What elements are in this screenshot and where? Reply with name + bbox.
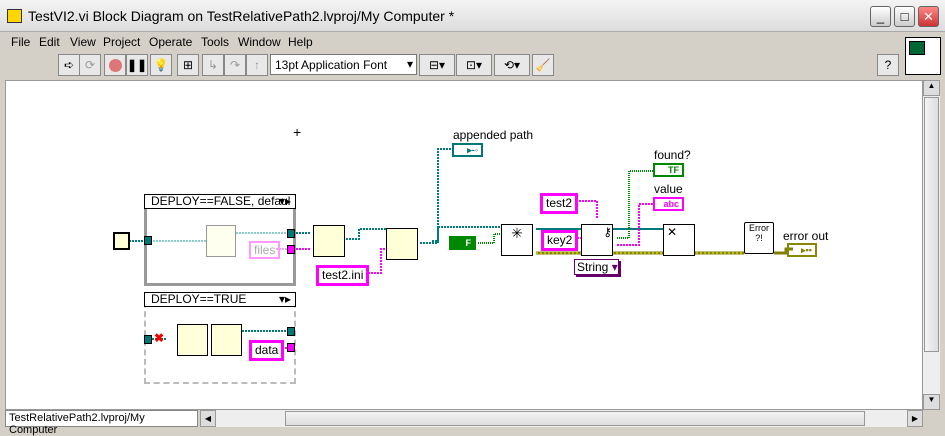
menu-tools[interactable]: Tools xyxy=(201,35,229,49)
menu-bar: File Edit View Project Operate Tools Win… xyxy=(0,32,905,52)
menu-operate[interactable]: Operate xyxy=(149,35,192,49)
test2-section-constant[interactable]: test2 xyxy=(540,193,579,214)
pause-icon[interactable]: ❚❚ xyxy=(126,54,148,76)
help-icon[interactable]: ? xyxy=(877,54,899,76)
value-label: value xyxy=(654,182,683,196)
data-constant[interactable]: data xyxy=(249,340,285,361)
case-selector-label: DEPLOY==TRUE xyxy=(151,292,247,306)
tunnel xyxy=(287,327,295,336)
cleanup-diagram-icon[interactable]: 🧹 xyxy=(532,54,554,76)
files-constant[interactable]: files xyxy=(249,241,281,259)
scroll-right-button[interactable]: ▶ xyxy=(907,410,923,427)
close-button[interactable]: ✕ xyxy=(918,6,939,27)
tunnel xyxy=(144,236,152,245)
simple-error-handler-node[interactable]: Error ?! xyxy=(744,222,774,254)
context-status: TestRelativePath2.lvproj/My Computer xyxy=(5,410,198,436)
case-selector[interactable]: DEPLOY==TRUE ▾▸ xyxy=(144,292,296,307)
title-bar: TestVI2.vi Block Diagram on TestRelative… xyxy=(0,0,945,32)
menu-help[interactable]: Help xyxy=(288,35,313,49)
strip-path-node[interactable] xyxy=(211,324,242,356)
font-select-value: 13pt Application Font xyxy=(275,58,388,72)
step-into-icon[interactable]: ↳ xyxy=(202,54,224,76)
path-constant-node[interactable] xyxy=(113,232,130,250)
menu-edit[interactable]: Edit xyxy=(39,35,60,49)
case-selector[interactable]: DEPLOY==FALSE, defaul ▾▸ xyxy=(144,194,296,209)
path-wire xyxy=(420,148,501,244)
broken-wire-icon: ✖ xyxy=(154,331,165,345)
horizontal-scrollbar[interactable]: ◀ ▶ xyxy=(200,410,923,427)
run-continuously-icon[interactable]: ⟳ xyxy=(79,54,101,76)
found-label: found? xyxy=(654,148,691,162)
tunnel xyxy=(287,343,295,352)
false-constant[interactable]: F xyxy=(449,236,476,250)
close-config-data-node[interactable]: ✕ xyxy=(663,224,695,256)
bool-wire xyxy=(617,170,653,239)
type-selector[interactable]: String ▾ xyxy=(574,259,619,275)
menu-window[interactable]: Window xyxy=(238,35,281,49)
chevron-down-icon: ▾ xyxy=(611,260,618,274)
vi-connector-icon[interactable] xyxy=(905,37,941,75)
vi-icon xyxy=(7,9,22,23)
retain-wire-values-icon[interactable]: ⊞ xyxy=(177,54,199,76)
value-indicator[interactable]: abc xyxy=(653,197,684,211)
string-wire xyxy=(368,248,386,274)
abort-icon[interactable] xyxy=(104,54,126,76)
reorder-icon[interactable]: ⟲▾ xyxy=(494,54,530,76)
step-over-icon[interactable]: ↷ xyxy=(224,54,246,76)
key2-constant[interactable]: key2 xyxy=(541,230,579,251)
run-arrow-icon[interactable]: ➪ xyxy=(58,54,80,76)
step-out-icon[interactable]: ↑ xyxy=(246,54,268,76)
found-indicator[interactable]: TF xyxy=(653,163,684,177)
vertical-scrollbar[interactable]: ▲ ▼ xyxy=(923,80,940,410)
menu-view[interactable]: View xyxy=(70,35,96,49)
tunnel xyxy=(144,335,152,344)
scroll-up-button[interactable]: ▲ xyxy=(923,80,940,96)
window-title: TestVI2.vi Block Diagram on TestRelative… xyxy=(28,8,455,24)
menu-file[interactable]: File xyxy=(11,35,30,49)
type-selector-value: String xyxy=(577,260,609,274)
maximize-button[interactable]: □ xyxy=(894,6,915,27)
tunnel xyxy=(287,245,295,254)
bool-wire xyxy=(478,233,501,244)
error-out-label: error out xyxy=(783,229,829,243)
open-config-data-node[interactable]: ✳ xyxy=(501,224,533,256)
chevron-down-icon: ▾ xyxy=(406,57,413,71)
scroll-down-button[interactable]: ▼ xyxy=(923,394,940,410)
error-out-indicator[interactable]: ▸▪▪ xyxy=(787,243,817,257)
scroll-left-button[interactable]: ◀ xyxy=(200,410,216,427)
font-select[interactable]: 13pt Application Font ▾ xyxy=(270,54,417,75)
toolbar: ➪ ⟳ ❚❚ 💡 ⊞ ↳ ↷ ↑ 13pt Application Font ▾ … xyxy=(0,52,905,78)
build-path-node[interactable] xyxy=(386,228,418,260)
path-wire xyxy=(346,228,386,240)
string-wire xyxy=(617,203,653,246)
vertical-scroll-thumb[interactable] xyxy=(924,97,939,352)
block-diagram[interactable]: + DEPLOY==FALSE, defaul ▾▸ files DEPLOY==… xyxy=(5,80,923,410)
distribute-objects-icon[interactable]: ⊡▾ xyxy=(456,54,492,76)
tunnel xyxy=(287,229,295,238)
horizontal-scroll-thumb[interactable] xyxy=(285,411,865,426)
menu-project[interactable]: Project xyxy=(103,35,140,49)
appended-path-indicator[interactable]: ▸-◦ xyxy=(452,143,483,157)
appended-path-label: appended path xyxy=(453,128,534,142)
test2-ini-constant[interactable]: test2.ini xyxy=(316,265,370,286)
align-objects-icon[interactable]: ⊟▾ xyxy=(419,54,455,76)
minimize-button[interactable]: _ xyxy=(870,6,891,27)
build-path-node-disabled[interactable] xyxy=(206,225,236,257)
case-selector-label: DEPLOY==FALSE, defaul xyxy=(151,194,291,208)
build-path-node[interactable] xyxy=(313,225,345,257)
strip-path-node[interactable] xyxy=(177,324,208,356)
highlight-execution-icon[interactable]: 💡 xyxy=(150,54,172,76)
read-key-node[interactable]: ⚷ xyxy=(581,224,613,256)
cursor-crosshair: + xyxy=(293,124,301,140)
